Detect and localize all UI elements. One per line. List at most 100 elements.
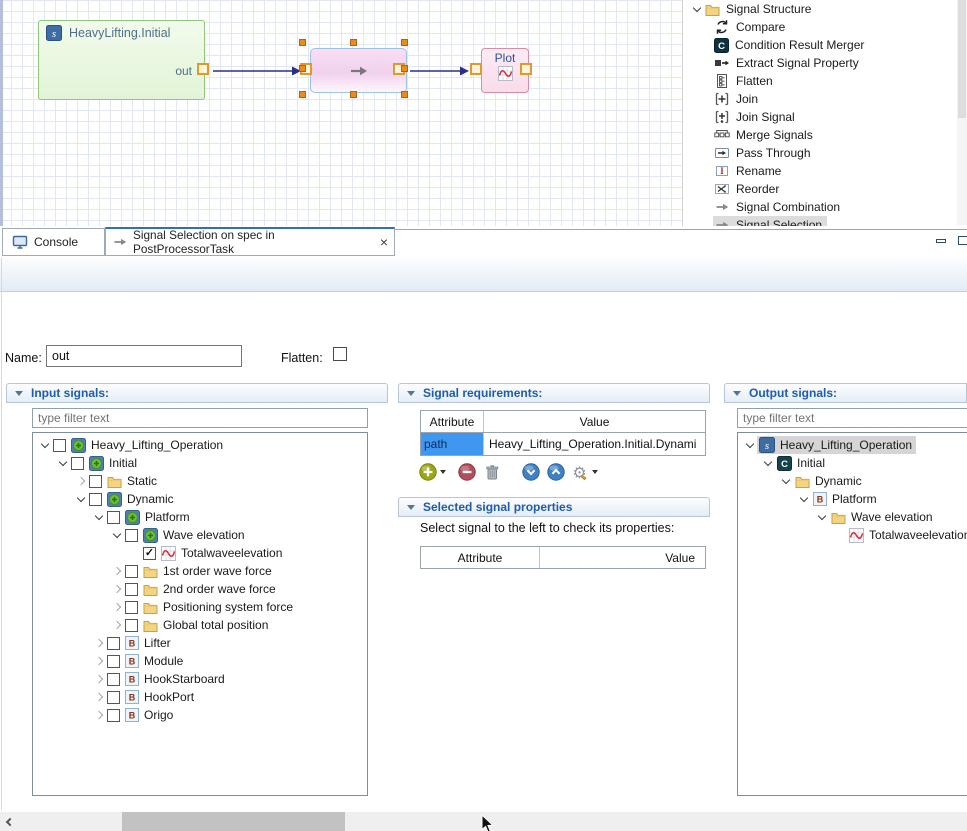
tree-item-totalwaveelevation[interactable]: ✓Totalwaveelevation xyxy=(33,544,367,562)
palette-scrollbar[interactable] xyxy=(957,0,967,225)
chevron-right-icon[interactable] xyxy=(94,693,102,701)
tree-item-static[interactable]: Static xyxy=(33,472,367,490)
chevron-right-icon[interactable] xyxy=(112,585,120,593)
checkbox-unchecked[interactable] xyxy=(107,511,120,524)
requirement-attribute-cell[interactable]: path xyxy=(421,433,484,455)
tree-item-dynamic[interactable]: Dynamic xyxy=(33,490,367,508)
input-signals-header[interactable]: Input signals: xyxy=(6,383,388,403)
column-header-attribute[interactable]: Attribute xyxy=(421,411,484,432)
tab-signal-selection[interactable]: Signal Selection on spec in PostProcesso… xyxy=(105,227,395,256)
tree-item-totalwaveelevation[interactable]: Totalwaveelevation xyxy=(738,526,967,544)
flatten-checkbox[interactable] xyxy=(333,347,347,361)
palette-item-compare[interactable]: Compare xyxy=(683,18,967,36)
tree-item-heavy-lifting-operation[interactable]: sHeavy_Lifting_Operation xyxy=(738,436,967,454)
port-plot-in[interactable] xyxy=(470,63,482,75)
palette-item-reorder[interactable]: Reorder xyxy=(683,180,967,198)
chevron-down-icon[interactable] xyxy=(799,493,807,501)
add-menu-caret-icon[interactable] xyxy=(440,470,446,474)
tree-item-heavy-lifting-operation[interactable]: Heavy_Lifting_Operation xyxy=(33,436,367,454)
tree-item-platform[interactable]: Platform xyxy=(33,508,367,526)
checkbox-unchecked[interactable] xyxy=(89,475,102,488)
tree-item-module[interactable]: BModule xyxy=(33,652,367,670)
checkbox-unchecked[interactable] xyxy=(71,457,84,470)
selection-handle[interactable] xyxy=(299,91,306,98)
chevron-down-icon[interactable] xyxy=(817,511,825,519)
selected-signal-properties-header[interactable]: Selected signal properties xyxy=(398,497,710,517)
checkbox-unchecked[interactable] xyxy=(125,529,138,542)
tree-item-wave-elevation[interactable]: Wave elevation xyxy=(33,526,367,544)
chevron-right-icon[interactable] xyxy=(112,603,120,611)
tree-item-wave-elevation[interactable]: Wave elevation xyxy=(738,508,967,526)
checkbox-unchecked[interactable] xyxy=(125,583,138,596)
tree-item-dynamic[interactable]: Dynamic xyxy=(738,472,967,490)
collapse-triangle-icon[interactable] xyxy=(733,391,741,396)
checkbox-unchecked[interactable] xyxy=(89,493,102,506)
selection-handle[interactable] xyxy=(401,91,408,98)
signal-requirements-header[interactable]: Signal requirements: xyxy=(398,383,710,403)
checkbox-unchecked[interactable] xyxy=(107,709,120,722)
collapse-triangle-icon[interactable] xyxy=(15,391,23,396)
selection-handle[interactable] xyxy=(401,65,408,72)
input-filter-input[interactable] xyxy=(32,408,368,428)
tree-item-hookport[interactable]: BHookPort xyxy=(33,688,367,706)
palette-item-flatten[interactable]: Flatten xyxy=(683,72,967,90)
name-input[interactable] xyxy=(46,345,242,367)
palette-item-join-signal[interactable]: Join Signal xyxy=(683,108,967,126)
palette-item-signal-selection[interactable]: Signal Selection xyxy=(683,216,967,226)
chevron-right-icon[interactable] xyxy=(112,621,120,629)
checkbox-unchecked[interactable] xyxy=(53,439,66,452)
chevron-down-icon[interactable] xyxy=(763,457,771,465)
palette-group-signal-structure[interactable]: Signal Structure xyxy=(683,0,967,18)
chevron-down-icon[interactable] xyxy=(94,511,102,519)
palette-item-signal-combination[interactable]: Signal Combination xyxy=(683,198,967,216)
diagram-canvas[interactable]: s HeavyLifting.Initial out Plot xyxy=(0,0,682,226)
tree-item-lifter[interactable]: BLifter xyxy=(33,634,367,652)
checkbox-unchecked[interactable] xyxy=(107,655,120,668)
chevron-right-icon[interactable] xyxy=(112,567,120,575)
palette-item-extract-signal-property[interactable]: Extract Signal Property xyxy=(683,54,967,72)
selection-handle[interactable] xyxy=(299,39,306,46)
requirement-row-path[interactable]: pathHeavy_Lifting_Operation.Initial.Dyna… xyxy=(420,433,706,456)
palette-item-merge-signals[interactable]: Merge Signals xyxy=(683,126,967,144)
palette-scrollbar-thumb[interactable] xyxy=(958,0,966,118)
output-filter-input[interactable] xyxy=(737,408,967,428)
checkbox-checked[interactable]: ✓ xyxy=(143,547,156,560)
chevron-right-icon[interactable] xyxy=(94,657,102,665)
palette-item-rename[interactable]: IRename xyxy=(683,162,967,180)
chevron-down-icon[interactable] xyxy=(692,3,700,11)
tree-item-global-total-position[interactable]: Global total position xyxy=(33,616,367,634)
minimize-icon[interactable] xyxy=(936,239,946,243)
tree-item-hookstarboard[interactable]: BHookStarboard xyxy=(33,670,367,688)
collapse-triangle-icon[interactable] xyxy=(407,505,415,510)
chevron-down-icon[interactable] xyxy=(40,439,48,447)
checkbox-unchecked[interactable] xyxy=(125,619,138,632)
checkbox-unchecked[interactable] xyxy=(107,691,120,704)
requirement-value-cell[interactable]: Heavy_Lifting_Operation.Initial.Dynami xyxy=(484,433,705,455)
output-signals-header[interactable]: Output signals: xyxy=(724,383,967,403)
add-button[interactable] xyxy=(419,463,437,481)
selection-handle[interactable] xyxy=(350,39,357,46)
collapse-triangle-icon[interactable] xyxy=(407,391,415,396)
chevron-down-icon[interactable] xyxy=(112,529,120,537)
selection-handle[interactable] xyxy=(401,39,408,46)
tab-console[interactable]: Console xyxy=(2,228,105,256)
settings-menu-caret-icon[interactable] xyxy=(592,470,598,474)
checkbox-unchecked[interactable] xyxy=(107,637,120,650)
tree-item-1st-order-wave-force[interactable]: 1st order wave force xyxy=(33,562,367,580)
column-header-value[interactable]: Value xyxy=(540,547,705,568)
palette-item-pass-through[interactable]: Pass Through xyxy=(683,144,967,162)
tree-item-initial[interactable]: Initial xyxy=(33,454,367,472)
chevron-down-icon[interactable] xyxy=(781,475,789,483)
close-icon[interactable]: × xyxy=(380,235,388,249)
chevron-right-icon[interactable] xyxy=(94,711,102,719)
chevron-down-icon[interactable] xyxy=(76,493,84,501)
selection-handle[interactable] xyxy=(299,65,306,72)
move-up-button[interactable] xyxy=(547,463,565,481)
port-out[interactable] xyxy=(197,63,209,75)
tree-item-initial[interactable]: CInitial xyxy=(738,454,967,472)
tree-item-origo[interactable]: BOrigo xyxy=(33,706,367,724)
chevron-down-icon[interactable] xyxy=(58,457,66,465)
tree-item-positioning-system-force[interactable]: Positioning system force xyxy=(33,598,367,616)
checkbox-unchecked[interactable] xyxy=(107,673,120,686)
port-plot-out[interactable] xyxy=(520,63,532,75)
